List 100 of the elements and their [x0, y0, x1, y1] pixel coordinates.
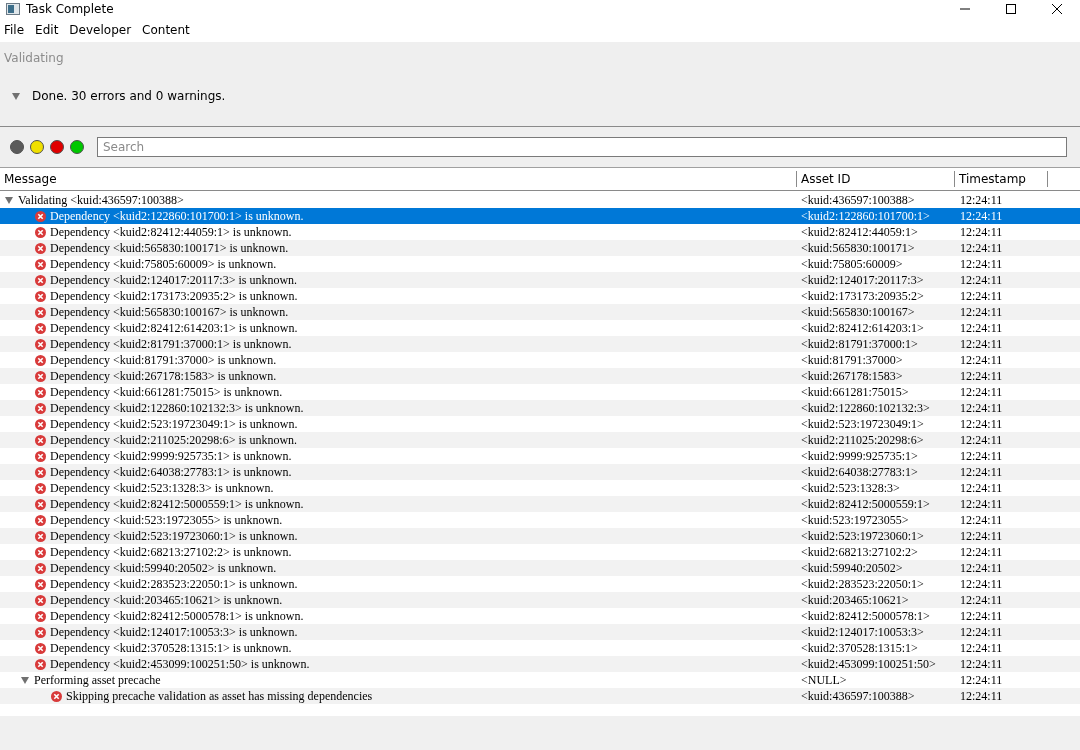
error-icon — [35, 418, 46, 430]
asset-id-cell-text: <kuid2:523:19723060:1> — [800, 528, 925, 544]
message-text: Dependency <kuid2:82412:5000559:1> is unknown. — [50, 496, 304, 512]
error-icon — [35, 386, 46, 398]
expand-toggle-icon[interactable] — [20, 675, 30, 685]
message-text: Performing asset precache — [34, 672, 161, 688]
message-text: Dependency <kuid2:523:1328:3> is unknown. — [50, 480, 274, 496]
table-row[interactable]: Dependency <kuid:203465:10621> is unknown. <kuid:203465:10621> 12:24:11 — [0, 592, 1080, 608]
asset-id-cell-text: <kuid2:68213:27102:2> — [800, 544, 919, 560]
column-header[interactable]: Timestamp — [955, 171, 1048, 187]
asset-id-cell-text: <kuid:661281:75015> — [800, 384, 910, 400]
timestamp-cell-text: 12:24:11 — [959, 672, 1004, 688]
asset-id-cell-text: <kuid2:82412:5000578:1> — [800, 608, 931, 624]
error-icon — [35, 322, 46, 334]
asset-id-cell-text: <kuid:436597:100388> — [800, 688, 916, 704]
asset-id-cell-text: <kuid:565830:100167> — [800, 304, 916, 320]
table-row[interactable]: Dependency <kuid2:124017:20117:3> is unknown. <kuid2:124017:20117:3> 12:24:11 — [0, 272, 1080, 288]
table-row[interactable]: Dependency <kuid2:64038:27783:1> is unknown. <kuid2:64038:27783:1> 12:24:11 — [0, 464, 1080, 480]
table-row[interactable]: Dependency <kuid:565830:100171> is unknown. <kuid:565830:100171> 12:24:11 — [0, 240, 1080, 256]
table-row[interactable]: Dependency <kuid:565830:100167> is unknown. <kuid:565830:100167> 12:24:11 — [0, 304, 1080, 320]
error-icon — [35, 610, 46, 622]
timestamp-cell-text: 12:24:11 — [959, 208, 1004, 224]
message-text: Dependency <kuid2:124017:10053:3> is unknown. — [50, 624, 298, 640]
filter-toggle[interactable] — [10, 140, 24, 154]
asset-id-cell-text: <kuid2:81791:37000:1> — [800, 336, 919, 352]
error-icon — [35, 626, 46, 638]
menu-item[interactable]: Edit — [31, 23, 63, 37]
menu-item[interactable]: Developer — [65, 23, 136, 37]
message-text: Dependency <kuid2:283523:22050:1> is unknown. — [50, 576, 298, 592]
timestamp-cell-text: 12:24:11 — [959, 368, 1004, 384]
error-icon — [35, 402, 46, 414]
error-icon — [35, 338, 46, 350]
timestamp-cell-text: 12:24:11 — [959, 416, 1004, 432]
table-row[interactable]: Dependency <kuid2:124017:10053:3> is unknown. <kuid2:124017:10053:3> 12:24:11 — [0, 624, 1080, 640]
expand-toggle-icon[interactable] — [4, 195, 14, 205]
filter-toggle[interactable] — [50, 140, 64, 154]
search-field[interactable]: Search — [97, 137, 1067, 157]
timestamp-cell-text: 12:24:11 — [959, 464, 1004, 480]
timestamp-cell-text: 12:24:11 — [959, 640, 1004, 656]
timestamp-cell-text: 12:24:11 — [959, 352, 1004, 368]
message-text: Dependency <kuid2:82412:44059:1> is unknown. — [50, 224, 292, 240]
filter-toggle[interactable] — [30, 140, 44, 154]
message-text: Dependency <kuid2:173173:20935:2> is unknown. — [50, 288, 298, 304]
timestamp-cell-text: 12:24:11 — [959, 288, 1004, 304]
message-text: Dependency <kuid2:9999:925735:1> is unknown. — [50, 448, 292, 464]
table-row[interactable]: Skipping precache validation as asset has missing dependencies <kuid:436597:100388> 12:24:11 — [0, 688, 1080, 704]
table-row[interactable]: Dependency <kuid2:82412:5000559:1> is unknown. <kuid2:82412:5000559:1> 12:24:11 — [0, 496, 1080, 512]
summary-text: Done. 30 errors and 0 warnings. — [32, 89, 226, 103]
error-icon — [35, 450, 46, 462]
error-icon — [35, 642, 46, 654]
timestamp-cell-text: 12:24:11 — [959, 512, 1004, 528]
asset-id-cell-text: <kuid2:173173:20935:2> — [800, 288, 925, 304]
error-icon — [35, 578, 46, 590]
table-row[interactable]: Dependency <kuid2:523:19723060:1> is unknown. <kuid2:523:19723060:1> 12:24:11 — [0, 528, 1080, 544]
asset-id-cell-text: <kuid:565830:100171> — [800, 240, 916, 256]
asset-id-cell-text: <kuid2:122860:101700:1> — [800, 208, 931, 224]
timestamp-cell-text: 12:24:11 — [959, 384, 1004, 400]
menu-item[interactable]: File — [0, 23, 29, 37]
asset-id-cell-text: <kuid:59940:20502> — [800, 560, 904, 576]
error-icon — [35, 242, 46, 254]
timestamp-cell-text: 12:24:11 — [959, 304, 1004, 320]
error-icon — [35, 546, 46, 558]
table-row[interactable]: Dependency <kuid2:81791:37000:1> is unknown. <kuid2:81791:37000:1> 12:24:11 — [0, 336, 1080, 352]
message-text: Dependency <kuid:565830:100171> is unknown. — [50, 240, 289, 256]
error-icon — [35, 482, 46, 494]
message-text: Dependency <kuid2:64038:27783:1> is unknown. — [50, 464, 292, 480]
table-row[interactable]: Dependency <kuid:267178:1583> is unknown. <kuid:267178:1583> 12:24:11 — [0, 368, 1080, 384]
column-header[interactable]: Message — [0, 171, 797, 187]
asset-id-cell-text: <kuid:523:19723055> — [800, 512, 910, 528]
asset-id-cell-text: <kuid2:124017:10053:3> — [800, 624, 925, 640]
table-row[interactable]: Dependency <kuid2:122860:102132:3> is unknown. <kuid2:122860:102132:3> 12:24:11 — [0, 400, 1080, 416]
filter-toggle[interactable] — [70, 140, 84, 154]
timestamp-cell-text: 12:24:11 — [959, 336, 1004, 352]
error-icon — [35, 370, 46, 382]
asset-id-cell-text: <kuid2:82412:44059:1> — [800, 224, 919, 240]
message-text: Dependency <kuid2:211025:20298:6> is unknown. — [50, 432, 298, 448]
timestamp-cell-text: 12:24:11 — [959, 608, 1004, 624]
message-text: Validating <kuid:436597:100388> — [18, 192, 184, 208]
timestamp-cell-text: 12:24:11 — [959, 480, 1004, 496]
asset-id-cell-text: <kuid2:64038:27783:1> — [800, 464, 919, 480]
menu-item[interactable]: Content — [138, 23, 194, 37]
message-text: Dependency <kuid2:523:19723049:1> is unknown. — [50, 416, 298, 432]
asset-id-cell-text: <kuid2:523:1328:3> — [800, 480, 901, 496]
expand-toggle-icon[interactable] — [11, 91, 21, 101]
timestamp-cell-text: 12:24:11 — [959, 528, 1004, 544]
table-row[interactable]: Dependency <kuid2:122860:101700:1> is unknown. <kuid2:122860:101700:1> 12:24:11 — [0, 208, 1080, 224]
error-icon — [51, 690, 62, 702]
table-row[interactable]: Dependency <kuid2:211025:20298:6> is unknown. <kuid2:211025:20298:6> 12:24:11 — [0, 432, 1080, 448]
message-text: Skipping precache validation as asset has missing dependencies — [66, 688, 373, 704]
table-row[interactable]: Dependency <kuid:59940:20502> is unknown. <kuid:59940:20502> 12:24:11 — [0, 560, 1080, 576]
column-header[interactable]: Asset ID — [797, 171, 955, 187]
timestamp-cell-text: 12:24:11 — [959, 544, 1004, 560]
message-text: Dependency <kuid:267178:1583> is unknown. — [50, 368, 277, 384]
window-title: Task Complete — [26, 2, 115, 16]
table-row[interactable]: Dependency <kuid2:453099:100251:50> is unknown. <kuid2:453099:100251:50> 12:24:11 — [0, 656, 1080, 672]
asset-id-cell-text: <kuid2:283523:22050:1> — [800, 576, 925, 592]
timestamp-cell-text: 12:24:11 — [959, 272, 1004, 288]
timestamp-cell-text: 12:24:11 — [959, 496, 1004, 512]
timestamp-cell-text: 12:24:11 — [959, 576, 1004, 592]
error-icon — [35, 594, 46, 606]
